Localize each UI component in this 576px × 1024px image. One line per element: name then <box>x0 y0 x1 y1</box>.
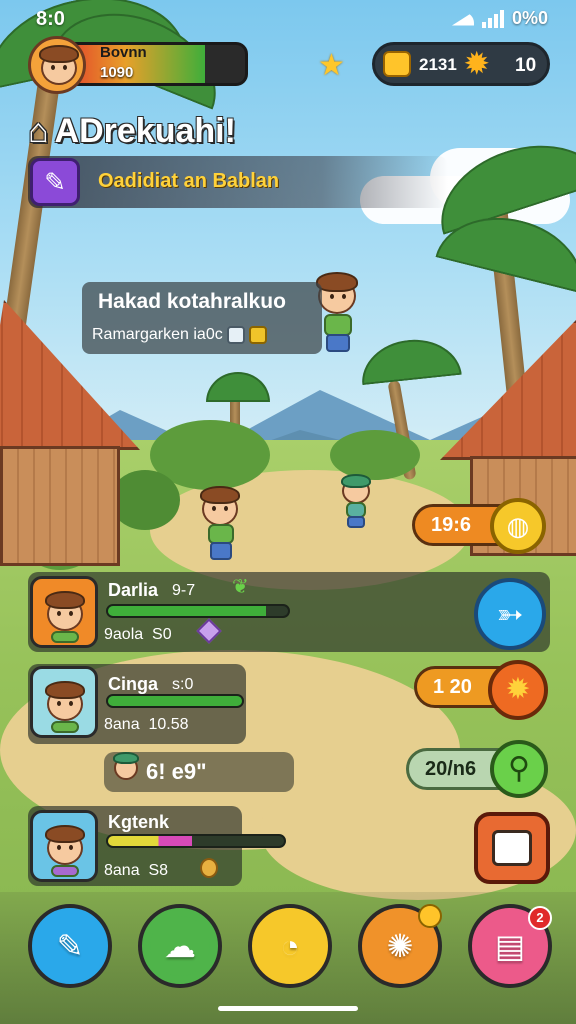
party-member-stat-label: 8ana <box>104 862 140 879</box>
status-time: 8:0 <box>36 8 65 30</box>
gold-amount: 2131 <box>419 55 457 74</box>
location-title-text: ADrekuahi! <box>54 112 236 150</box>
party-member-hp-fill <box>108 606 267 616</box>
gear-icon: ✹ <box>465 48 489 79</box>
cloud-icon: ☁ <box>164 928 196 964</box>
player-character[interactable] <box>198 484 242 562</box>
timer-value: 19:6 <box>431 514 472 536</box>
sun-gear-icon: ✹ <box>505 673 531 706</box>
energy-value: 1 20 <box>433 676 472 698</box>
reward-icon <box>248 326 267 344</box>
emote-text: 6! e9" <box>146 759 207 784</box>
currency-panel[interactable]: 2131 ✹ 10 <box>372 42 550 86</box>
party-member-stat-value: S8 <box>148 862 169 879</box>
party-member-stat: 8ana S8 <box>104 862 168 880</box>
robot-button[interactable] <box>474 812 550 884</box>
player-profile[interactable]: Bovnn 1090 <box>28 36 250 94</box>
item-icon <box>226 326 245 344</box>
party-member-hp-fill <box>108 836 193 846</box>
gear-amount: 10 <box>515 55 537 76</box>
robot-icon <box>492 830 532 866</box>
npc-dialog-line1: Hakad kotahralkuo <box>98 290 286 313</box>
coin-badge-icon <box>418 904 442 928</box>
gold-coin-icon <box>383 51 411 77</box>
search-icon: ⚲ <box>508 752 530 785</box>
dock-button-chat[interactable]: ◔ <box>248 904 332 988</box>
dock-button-cloud[interactable]: ☁ <box>138 904 222 988</box>
villager-character[interactable] <box>338 472 374 530</box>
npc-dialog-line2: Ramargarken ia0c <box>92 326 267 344</box>
status-indicators: 0%0 <box>451 8 548 29</box>
notification-badge: 2 <box>528 906 552 930</box>
home-indicator[interactable] <box>218 1006 358 1011</box>
route-icon: ➳ <box>496 596 524 632</box>
npc-speech-bubble[interactable]: Hakad kotahralkuo Ramargarken ia0c <box>82 282 322 354</box>
party-member-hp-bar <box>106 604 290 618</box>
leaf-icon: ❦ <box>232 576 249 598</box>
dock-button-pencil[interactable]: ✎ <box>28 904 112 988</box>
quest-text: Oadidiat an Bablan <box>98 170 280 192</box>
settings-button[interactable]: ✹ <box>488 660 548 720</box>
bush <box>110 470 180 530</box>
party-member-portrait[interactable] <box>30 576 98 648</box>
npc-dialog-line2-text: Ramargarken ia0c <box>92 326 223 344</box>
party-member-hp-bar <box>106 834 286 848</box>
location-title: ⌂ ADrekuahi! <box>28 112 236 151</box>
emote-avatar <box>112 750 142 786</box>
shell-button[interactable]: ◍ <box>490 498 546 554</box>
chat-icon: ◔ <box>280 928 300 964</box>
party-member-name: Kgtenk <box>108 812 170 832</box>
party-member-stat-label: 9aola <box>104 626 144 643</box>
party-member-name: Cinga <box>108 674 159 694</box>
party-member-portrait[interactable] <box>30 666 98 738</box>
party-member-name: Darlia <box>108 580 159 600</box>
star-icon[interactable]: ★ <box>318 48 345 83</box>
party-member-value: s:0 <box>172 676 194 693</box>
player-points: 1090 <box>100 64 134 81</box>
party-member-hp-fill <box>108 696 242 706</box>
shell-icon: ◍ <box>506 511 530 541</box>
party-member-stat-value: 10.58 <box>148 716 189 733</box>
search-button[interactable]: ⚲ <box>490 740 548 798</box>
party-member-value: 9-7 <box>172 582 196 599</box>
party-member-hp-bar <box>106 694 244 708</box>
player-energy-bar <box>58 42 248 86</box>
pouch-icon <box>200 858 218 878</box>
wifi-icon <box>451 11 474 26</box>
signal-icon <box>481 9 504 28</box>
range-value: 20/n6 <box>425 758 477 780</box>
party-member-stat: 8ana 10.58 <box>104 716 189 734</box>
quest-banner[interactable]: ✎ Oadidiat an Bablan <box>28 156 448 208</box>
party-member-stat-label: 8ana <box>104 716 140 733</box>
battery-text: 0%0 <box>511 8 548 28</box>
quest-scroll-icon: ✎ <box>30 158 80 206</box>
hut-wall <box>0 446 120 566</box>
party-member-portrait[interactable] <box>30 810 98 882</box>
map-route-button[interactable]: ➳ <box>474 578 546 650</box>
party-member-stat: 9aola S0 <box>104 626 172 644</box>
party-member-stat-value: S0 <box>152 626 172 643</box>
home-icon[interactable]: ⌂ <box>28 112 49 151</box>
status-bar: 8:0 0%0 <box>0 0 576 34</box>
pencil-icon: ✎ <box>56 928 84 964</box>
player-name: Bovnn <box>100 44 147 61</box>
player-avatar[interactable] <box>28 36 86 94</box>
